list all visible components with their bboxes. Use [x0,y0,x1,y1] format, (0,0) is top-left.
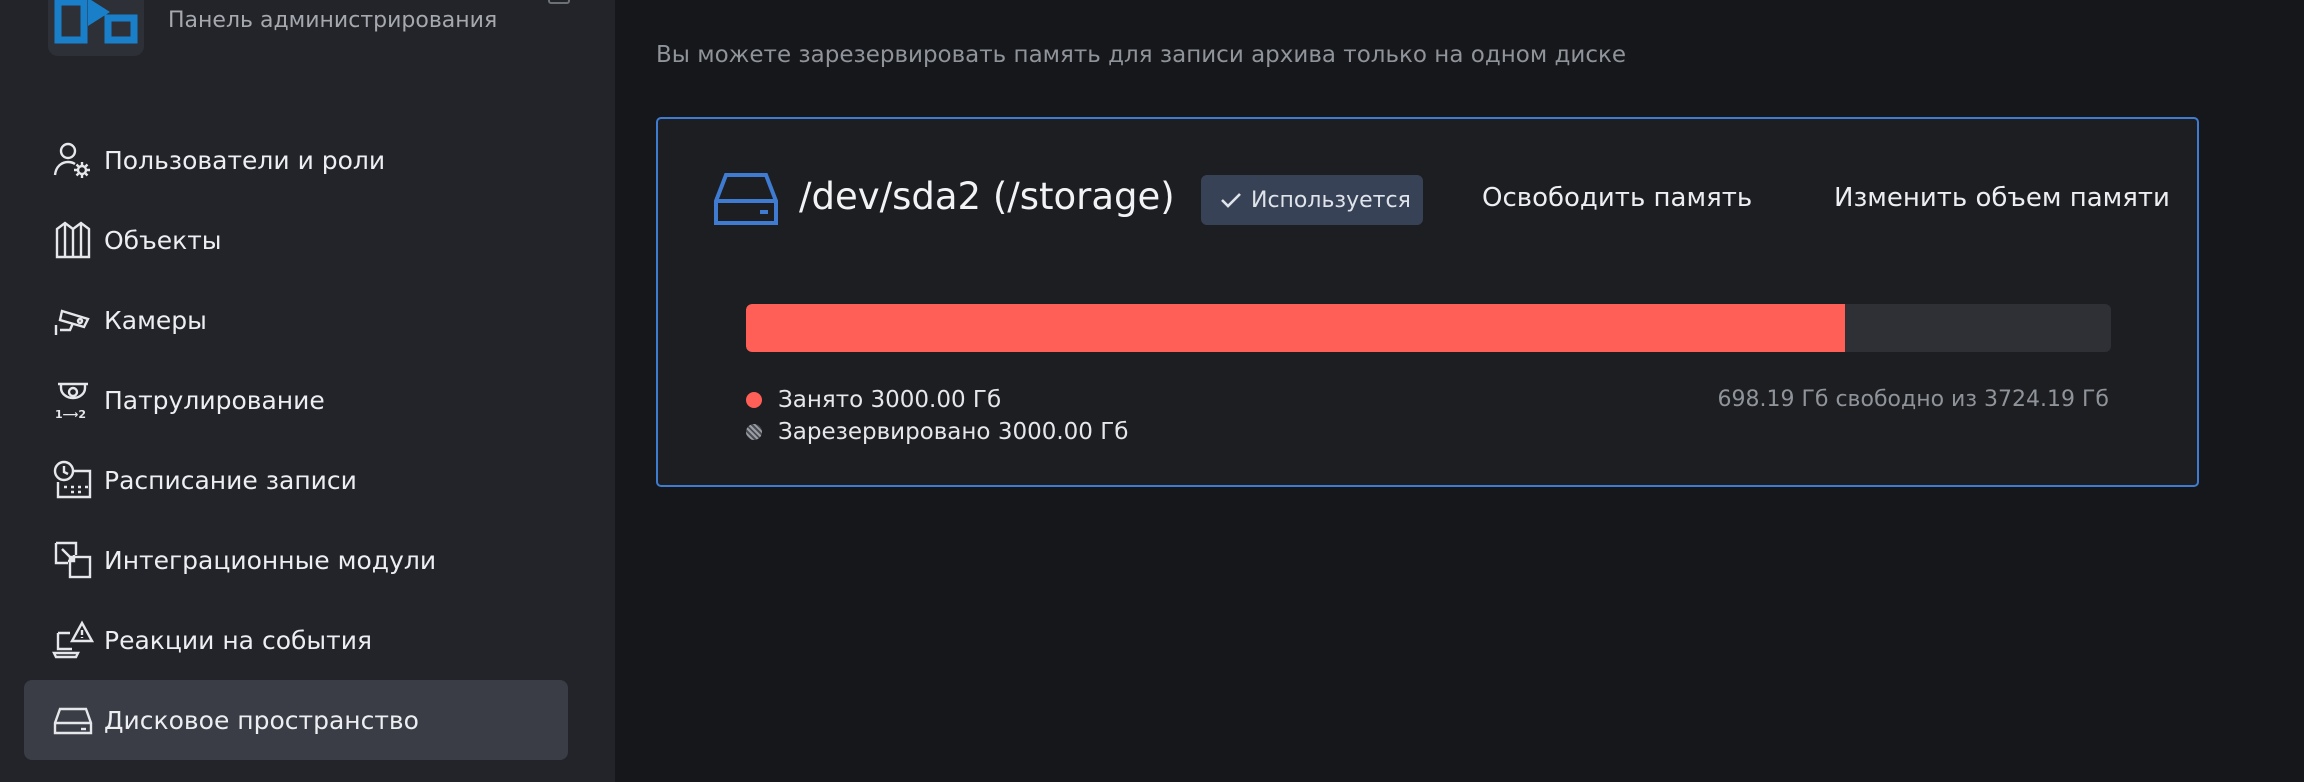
status-label: Используется [1251,187,1411,213]
security-camera-icon [52,299,94,341]
hard-drive-icon [712,171,780,227]
legend-reserved: Зарезервировано 3000.00 Гб [746,419,1128,445]
sidebar-item-event-reactions[interactable]: Реакции на события [24,600,568,680]
sidebar-item-label: Пользователи и роли [104,145,386,175]
app-subtitle: Панель администрирования [168,8,498,33]
page-title-cropped [655,0,1075,4]
used-dot-icon [746,392,762,408]
page-subtitle: Вы можете зарезервировать память для зап… [656,42,1627,68]
disk-card: /dev/sda2 (/storage) Используется Освобо… [656,117,2199,487]
sidebar-item-label: Расписание записи [104,465,357,495]
sidebar-item-label: Патрулирование [104,385,325,415]
disk-usage-fill [746,304,1846,352]
legend-used-label: Занято 3000.00 Гб [778,387,1002,413]
free-memory-button[interactable]: Освободить память [1482,183,1752,213]
sidebar-item-integration-modules[interactable]: Интеграционные модули [24,520,568,600]
sidebar-item-cameras[interactable]: Камеры [24,280,568,360]
hard-drive-icon [52,699,94,741]
check-icon [1221,193,1241,208]
sidebar-item-users-roles[interactable]: Пользователи и роли [24,120,568,200]
user-gear-icon [52,139,94,181]
status-badge: Используется [1201,175,1423,225]
sidebar-item-label: Дисковое пространство [104,705,419,735]
integration-module-icon [52,539,94,581]
legend-reserved-label: Зарезервировано 3000.00 Гб [778,419,1129,445]
sidebar-item-label: Камеры [104,305,207,335]
collapse-sidebar-icon[interactable] [548,0,570,4]
reserved-dot-icon [746,424,762,440]
resize-memory-button[interactable]: Изменить объем памяти [1834,183,2170,213]
main-content: Вы можете зарезервировать память для зап… [615,0,2304,782]
clock-calendar-icon [52,459,94,501]
svg-text:1⟶2: 1⟶2 [55,408,86,421]
sidebar-item-patrol[interactable]: 1⟶2 Патрулирование [24,360,568,440]
logo-icon[interactable] [48,0,144,56]
sidebar-item-objects[interactable]: Объекты [24,200,568,280]
sidebar-item-label: Объекты [104,225,222,255]
free-space-info: 698.19 Гб свободно из 3724.19 Гб [1717,387,2110,412]
sidebar-item-record-schedule[interactable]: Расписание записи [24,440,568,520]
disk-usage-bar [746,304,2111,352]
sidebar-item-disk-space[interactable]: Дисковое пространство [24,680,568,760]
building-icon [52,219,94,261]
laptop-warning-icon [52,619,94,661]
disk-name: /dev/sda2 (/storage) [799,175,1175,218]
sidebar-item-label: Реакции на события [104,625,372,655]
sidebar: Панель администрирования Пользователи и … [0,0,615,782]
patrol-dome-camera-icon: 1⟶2 [52,379,94,421]
legend-used: Занято 3000.00 Гб [746,387,1001,413]
sidebar-item-label: Интеграционные модули [104,545,437,575]
